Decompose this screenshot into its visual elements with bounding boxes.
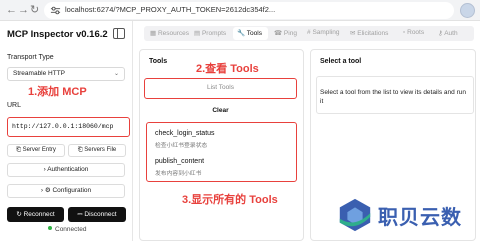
tool-detail-title: Select a tool xyxy=(320,58,362,65)
url-label: URL xyxy=(7,102,22,109)
tab-roots-label: Roots xyxy=(407,29,425,36)
tab-sampling[interactable]: # Sampling xyxy=(307,29,340,36)
disconnect-icon: ⎓ xyxy=(77,211,83,218)
url-input[interactable]: http://127.0.0.1:18060/mcp xyxy=(7,117,130,137)
tab-auth-label: Auth xyxy=(444,30,458,37)
server-entry-icon: ⎗ xyxy=(16,147,21,153)
reconnect-label: Reconnect xyxy=(23,211,55,218)
disconnect-label: Disconnect xyxy=(84,211,117,218)
browser-chrome: ← → ↻ localhost:6274/?MCP_PROXY_AUTH_TOK… xyxy=(0,0,480,21)
app-title: MCP Inspector v0.16.2 xyxy=(7,29,108,40)
tools-list: check_login_status 检查小红书登录状态 publish_con… xyxy=(146,122,297,182)
chevron-down-icon: ⌄ xyxy=(113,71,119,77)
servers-file-label: Servers File xyxy=(84,147,117,153)
transport-type-select[interactable]: Streamable HTTP ⌄ xyxy=(7,67,125,81)
forward-icon[interactable]: → xyxy=(18,3,29,17)
key-icon: ⚷ xyxy=(438,30,443,37)
message-icon: ✉ xyxy=(350,30,356,37)
servers-file-button[interactable]: ⎗ Servers File xyxy=(68,144,126,157)
reconnect-icon: ↻ xyxy=(16,211,22,218)
reload-icon[interactable]: ↻ xyxy=(30,3,39,17)
tool-detail-hint: Select a tool from the list to view its … xyxy=(320,89,466,105)
status-text: Connected xyxy=(55,226,87,233)
tab-resources-label: Resources xyxy=(157,30,190,37)
tools-panel-title: Tools xyxy=(149,58,168,65)
server-entry-label: Server Entry xyxy=(22,147,56,153)
prompts-icon: ▤ xyxy=(194,30,201,37)
tool-item-description: 发布内容到小红书 xyxy=(155,171,202,177)
back-icon[interactable]: ← xyxy=(6,3,17,17)
tab-auth[interactable]: ⚷ Auth xyxy=(438,29,458,37)
tab-ping[interactable]: ☎ Ping xyxy=(274,29,297,37)
step2-annotation: 2.查看 Tools xyxy=(196,63,259,75)
configuration-button[interactable]: › ⚙ Configuration xyxy=(7,184,125,198)
resources-icon: ▦ xyxy=(150,30,157,37)
gear-icon: ⚙ xyxy=(44,187,51,194)
step3-annotation: 3.显示所有的 Tools xyxy=(182,194,278,206)
reconnect-button[interactable]: ↻ Reconnect xyxy=(7,207,64,222)
site-settings-icon[interactable] xyxy=(50,5,61,16)
chevron-right-icon: › xyxy=(43,166,46,173)
wrench-icon: 🔧 xyxy=(237,30,246,37)
tool-item-name[interactable]: publish_content xyxy=(155,158,204,165)
disconnect-button[interactable]: ⎓ Disconnect xyxy=(68,207,126,222)
tool-item-description: 检查小红书登录状态 xyxy=(155,143,208,149)
server-entry-button[interactable]: ⎗ Server Entry xyxy=(7,144,65,157)
transport-type-label: Transport Type xyxy=(7,54,54,61)
tool-item-name[interactable]: check_login_status xyxy=(155,130,215,137)
clear-button[interactable]: Clear xyxy=(144,104,297,118)
tab-elicitations[interactable]: ✉ Elicitations xyxy=(350,29,388,37)
tab-roots[interactable]: ▫ Roots xyxy=(403,29,424,36)
status-dot xyxy=(48,226,52,230)
list-tools-button[interactable]: List Tools xyxy=(144,78,297,99)
connection-status: Connected xyxy=(48,226,86,233)
tab-tools-label: Tools xyxy=(246,30,262,37)
transport-type-value: Streamable HTTP xyxy=(13,70,66,77)
watermark-text: 职贝云数 xyxy=(378,207,462,229)
tab-prompts[interactable]: ▤ Prompts xyxy=(194,29,226,37)
servers-file-icon: ⎗ xyxy=(77,147,83,153)
profile-avatar[interactable] xyxy=(460,3,475,18)
tab-elicitations-label: Elicitations xyxy=(357,30,389,37)
tab-bar: ▦ Resources ▤ Prompts 🔧 Tools ☎ Ping # S… xyxy=(144,26,474,41)
address-url: localhost:6274/?MCP_PROXY_AUTH_TOKEN=261… xyxy=(65,5,276,14)
configuration-label: Configuration xyxy=(52,187,92,194)
folder-icon: ▫ xyxy=(403,29,406,36)
step1-annotation: 1.添加 MCP xyxy=(28,86,87,98)
tab-ping-label: Ping xyxy=(283,30,297,37)
tab-resources[interactable]: ▦ Resources xyxy=(150,29,189,37)
tab-prompts-label: Prompts xyxy=(201,30,227,37)
address-bar[interactable]: localhost:6274/?MCP_PROXY_AUTH_TOKEN=261… xyxy=(44,2,454,19)
watermark-logo xyxy=(339,198,371,232)
bell-icon: ☎ xyxy=(274,30,283,37)
chevron-right-icon: › xyxy=(40,187,44,194)
toggle-sidebar-icon[interactable] xyxy=(113,28,125,39)
tab-tools[interactable]: 🔧 Tools xyxy=(237,29,262,37)
hash-icon: # xyxy=(307,29,311,36)
authentication-label: Authentication xyxy=(47,166,89,173)
tab-sampling-label: Sampling xyxy=(312,29,340,36)
authentication-button[interactable]: › Authentication xyxy=(7,163,125,177)
sidebar: MCP Inspector v0.16.2 Transport Type Str… xyxy=(0,21,133,241)
